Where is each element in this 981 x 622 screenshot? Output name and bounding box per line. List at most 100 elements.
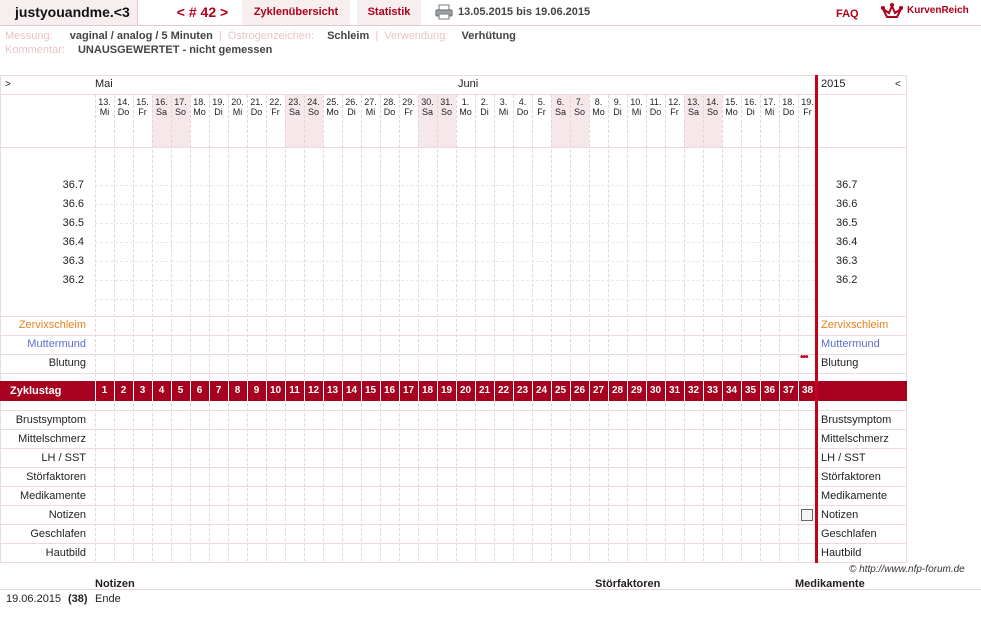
day-header: 23. Sa	[285, 97, 304, 117]
day-weekday: Fr	[404, 107, 413, 117]
cycle-day-number[interactable]: 24	[532, 381, 551, 401]
cycle-day-number[interactable]: 6	[190, 381, 209, 401]
kommentar-label: Kommentar:	[5, 44, 65, 56]
crown-logo-icon[interactable]	[880, 3, 904, 24]
day-header: 16. Sa	[152, 97, 171, 117]
cycle-day-number[interactable]: 15	[361, 381, 380, 401]
day-date: 26.	[345, 97, 358, 107]
day-date: 22.	[269, 97, 282, 107]
cycle-day-number[interactable]: 22	[494, 381, 513, 401]
cycle-day-number[interactable]: 29	[627, 381, 646, 401]
cycle-day-number[interactable]: 34	[722, 381, 741, 401]
grid-vline	[399, 95, 400, 561]
day-date: 18.	[782, 97, 795, 107]
day-date: 5.	[537, 97, 546, 107]
day-date: 31.	[440, 97, 453, 107]
day-date: 14.	[117, 97, 130, 107]
cycle-day-number[interactable]: 8	[228, 381, 247, 401]
day-date: 13.	[687, 97, 700, 107]
scroll-left-button[interactable]: >	[5, 75, 11, 94]
symptom-row-label: LH / SST	[41, 452, 86, 464]
cycle-day-number[interactable]: 11	[285, 381, 304, 401]
grid-vline	[361, 95, 362, 561]
cycle-day-number[interactable]: 33	[703, 381, 722, 401]
cycle-day-number[interactable]: 5	[171, 381, 190, 401]
grid-vline	[266, 95, 267, 561]
cycle-day-number[interactable]: 2	[114, 381, 133, 401]
grid-vline	[760, 95, 761, 561]
day-date: 16.	[155, 97, 168, 107]
temp-label-left: 36.3	[62, 255, 84, 267]
printer-icon[interactable]	[435, 4, 453, 20]
cycle-day-number[interactable]: 36	[760, 381, 779, 401]
day-date: 29.	[402, 97, 415, 107]
bleeding-marker[interactable]: •••	[800, 352, 808, 363]
grid-hline	[0, 410, 907, 411]
day-header: 20. Mi	[228, 97, 247, 117]
grid-vline	[741, 95, 742, 561]
cycle-day-number[interactable]: 19	[437, 381, 456, 401]
cycle-day-number[interactable]: 27	[589, 381, 608, 401]
day-header: 26. Di	[342, 97, 361, 117]
symptom-row-label-right: Mittelschmerz	[821, 433, 889, 445]
cycle-day-number[interactable]: 17	[399, 381, 418, 401]
temp-label-right: 36.7	[836, 179, 858, 191]
day-date: 24.	[307, 97, 320, 107]
month-label-mai: Mai	[95, 78, 113, 90]
day-header: 15. Mo	[722, 97, 741, 117]
cycle-day-number[interactable]: 4	[152, 381, 171, 401]
cycle-day-number[interactable]: 23	[513, 381, 532, 401]
cycle-day-number[interactable]: 30	[646, 381, 665, 401]
day-date: 27.	[364, 97, 377, 107]
day-header: 9. Di	[608, 97, 627, 117]
cycle-day-number[interactable]: 21	[475, 381, 494, 401]
note-icon[interactable]	[801, 509, 813, 521]
faq-link[interactable]: FAQ	[836, 0, 859, 28]
grid-hline	[0, 448, 907, 449]
cycle-day-number[interactable]: 26	[570, 381, 589, 401]
logo-text[interactable]: KurvenReich	[907, 0, 969, 22]
cycle-day-number[interactable]: 16	[380, 381, 399, 401]
day-date: 14.	[706, 97, 719, 107]
day-date: 6.	[556, 97, 565, 107]
footer-note: Ende	[95, 593, 121, 605]
cycle-day-number[interactable]: 32	[684, 381, 703, 401]
day-weekday: Do	[383, 107, 396, 117]
day-weekday: Do	[117, 107, 130, 117]
cycle-day-number[interactable]: 18	[418, 381, 437, 401]
grid-vline	[494, 95, 495, 561]
cycle-day-number[interactable]: 1	[95, 381, 114, 401]
symptom-row-label-right: Brustsymptom	[821, 414, 892, 426]
scroll-right-button[interactable]: <	[895, 75, 901, 94]
cycle-day-number[interactable]: 3	[133, 381, 152, 401]
grid-vline	[114, 95, 115, 561]
cycle-day-number[interactable]: 20	[456, 381, 475, 401]
cycle-day-number[interactable]: 31	[665, 381, 684, 401]
cycle-day-number[interactable]: 13	[323, 381, 342, 401]
chart-owner-title: justyouandme.<3	[0, 0, 138, 25]
tab-cycle-overview[interactable]: Zyklenübersicht	[242, 0, 350, 25]
temp-label-right: 36.3	[836, 255, 858, 267]
tab-statistics[interactable]: Statistik	[357, 0, 421, 25]
cycle-day-number[interactable]: 35	[741, 381, 760, 401]
day-date: 30.	[421, 97, 434, 107]
grid-vline	[646, 95, 647, 561]
day-weekday: So	[307, 107, 319, 117]
cycle-navigator[interactable]: < # 42 >	[170, 0, 235, 25]
cycle-day-number[interactable]: 7	[209, 381, 228, 401]
temp-label-right: 36.4	[836, 236, 858, 248]
copyright[interactable]: © http://www.nfp-forum.de	[849, 564, 965, 575]
day-date: 10.	[630, 97, 643, 107]
cycle-day-number[interactable]: 12	[304, 381, 323, 401]
cycle-day-number[interactable]: 37	[779, 381, 798, 401]
cycle-day-number[interactable]: 10	[266, 381, 285, 401]
messung-value: vaginal / analog / 5 Minuten	[69, 30, 213, 42]
cycle-day-number[interactable]: 28	[608, 381, 627, 401]
day-date: 3.	[499, 97, 508, 107]
cycle-day-number[interactable]: 14	[342, 381, 361, 401]
cycle-day-number[interactable]: 9	[247, 381, 266, 401]
grid-hline	[0, 486, 907, 487]
zervix-label-right: Zervixschleim	[821, 319, 889, 331]
cycle-day-number[interactable]: 25	[551, 381, 570, 401]
day-header: 11. Do	[646, 97, 665, 117]
